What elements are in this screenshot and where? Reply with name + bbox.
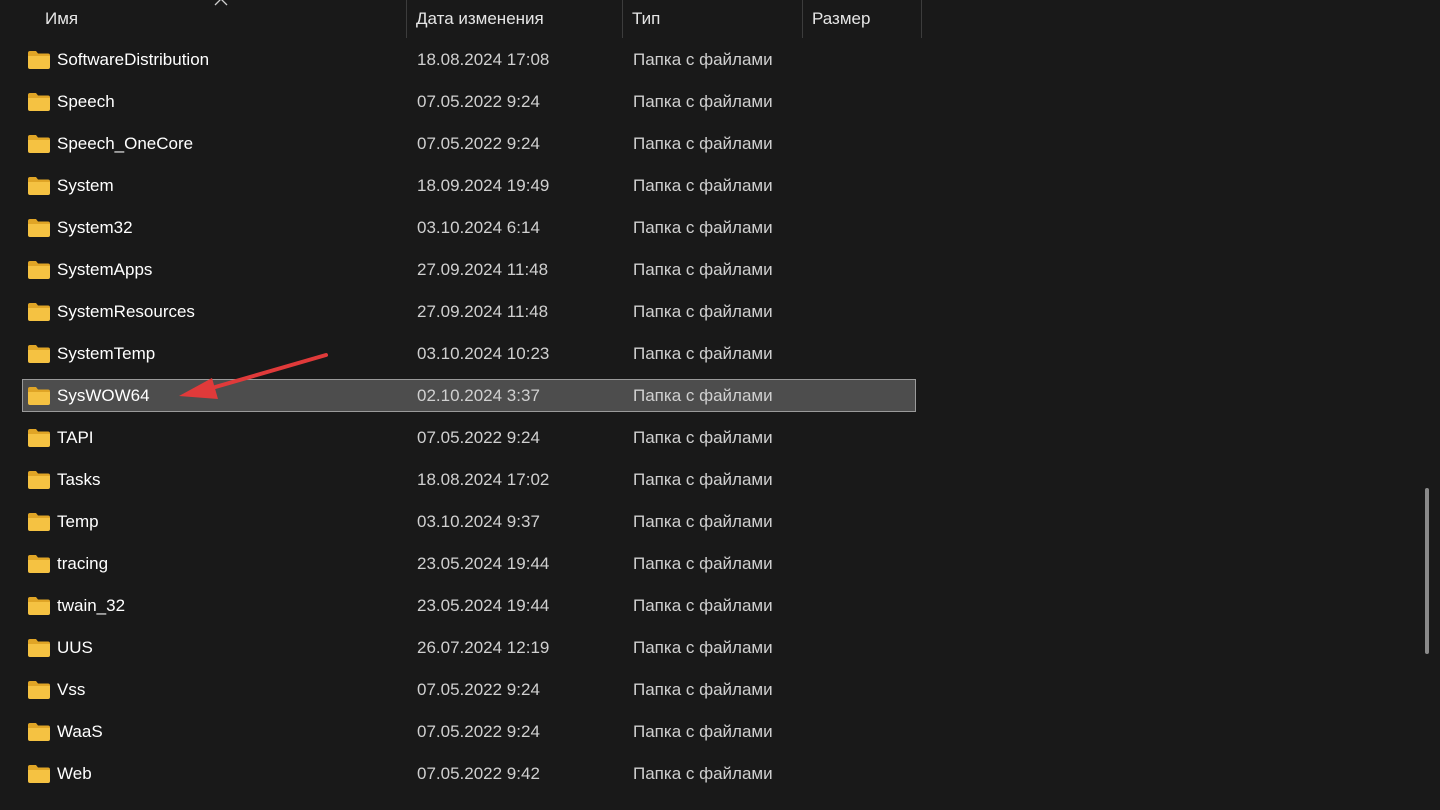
row-name: SoftwareDistribution (57, 50, 210, 69)
row-type: Папка с файлами (633, 92, 773, 111)
row-type: Папка с файлами (633, 386, 773, 405)
row-date: 07.05.2022 9:24 (417, 428, 540, 447)
folder-icon (28, 513, 50, 531)
row-date: 03.10.2024 9:37 (417, 512, 540, 531)
folder-icon (28, 177, 50, 195)
table-row[interactable]: Temp 03.10.2024 9:37 Папка с файлами (22, 505, 916, 538)
folder-icon (28, 765, 50, 783)
row-type: Папка с файлами (633, 554, 773, 573)
row-date: 23.05.2024 19:44 (417, 596, 550, 615)
row-name: SysWOW64 (57, 386, 150, 405)
row-type: Папка с файлами (633, 596, 773, 615)
folder-icon (28, 345, 50, 363)
table-row[interactable]: Speech 07.05.2022 9:24 Папка с файлами (22, 85, 916, 118)
table-row[interactable]: WaaS 07.05.2022 9:24 Папка с файлами (22, 715, 916, 748)
row-name: Web (57, 764, 92, 783)
row-type: Папка с файлами (633, 680, 773, 699)
row-name: Tasks (57, 470, 101, 489)
folder-icon (28, 51, 50, 69)
row-date: 23.05.2024 19:44 (417, 554, 550, 573)
row-name: System (57, 176, 114, 195)
column-divider[interactable] (921, 0, 922, 38)
table-row[interactable]: SystemResources 27.09.2024 11:48 Папка с ф… (22, 295, 916, 328)
row-type: Папка с файлами (633, 428, 773, 447)
folder-icon (28, 471, 50, 489)
row-name: Speech_OneCore (57, 134, 194, 153)
row-name: Speech (57, 92, 115, 111)
row-type: Папка с файлами (633, 638, 773, 657)
row-name: tracing (57, 554, 109, 573)
table-row[interactable]: SoftwareDistribution 18.08.2024 17:08 Папк… (22, 43, 916, 76)
row-type: Папка с файлами (633, 260, 773, 279)
folder-icon (28, 723, 50, 741)
folder-icon (28, 261, 50, 279)
table-row[interactable]: Web 07.05.2022 9:42 Папка с файлами (22, 757, 916, 790)
row-date: 07.05.2022 9:24 (417, 92, 540, 111)
row-name: SystemApps (57, 260, 153, 279)
folder-icon (28, 219, 50, 237)
folder-icon (28, 429, 50, 447)
folder-icon (28, 639, 50, 657)
row-type: Папка с файлами (633, 176, 773, 195)
row-type: Папка с файлами (633, 302, 773, 321)
row-name: SystemTemp (57, 344, 156, 363)
folder-icon (28, 597, 50, 615)
row-date: 07.05.2022 9:24 (417, 134, 540, 153)
folder-icon (28, 303, 50, 321)
row-type: Папка с файлами (633, 50, 773, 69)
row-type: Папка с файлами (633, 344, 773, 363)
column-header-size[interactable]: Размер (803, 0, 922, 38)
row-type: Папка с файлами (633, 134, 773, 153)
row-name: UUS (57, 638, 93, 657)
row-type: Папка с файлами (633, 218, 773, 237)
column-header-bar: Имя Дата изменения Тип Размер (0, 0, 922, 38)
row-date: 07.05.2022 9:24 (417, 722, 540, 741)
table-row[interactable]: Tasks 18.08.2024 17:02 Папка с файлами (22, 463, 916, 496)
row-date: 03.10.2024 6:14 (417, 218, 540, 237)
row-date: 03.10.2024 10:23 (417, 344, 550, 363)
table-row[interactable]: System32 03.10.2024 6:14 Папка с файлами (22, 211, 916, 244)
row-date: 07.05.2022 9:42 (417, 764, 540, 783)
row-name: TAPI (57, 428, 94, 447)
folder-icon (28, 681, 50, 699)
column-header-type[interactable]: Тип (623, 0, 802, 38)
row-date: 26.07.2024 12:19 (417, 638, 550, 657)
table-row[interactable]: SystemTemp 03.10.2024 10:23 Папка с файлам… (22, 337, 916, 370)
folder-icon (28, 555, 50, 573)
row-name: Temp (57, 512, 99, 531)
row-name: System32 (57, 218, 133, 237)
row-type: Папка с файлами (633, 722, 773, 741)
row-date: 18.09.2024 19:49 (417, 176, 550, 195)
folder-icon (28, 93, 50, 111)
file-explorer-list: Имя Дата изменения Тип Размер SoftwareDi… (0, 0, 1440, 810)
table-row[interactable]: System 18.09.2024 19:49 Папка с файлами (22, 169, 916, 202)
table-row[interactable]: twain_32 23.05.2024 19:44 Папка с файлами (22, 589, 916, 622)
row-date: 18.08.2024 17:02 (417, 470, 550, 489)
folder-icon (28, 135, 50, 153)
row-date: 27.09.2024 11:48 (417, 260, 549, 279)
column-header-name[interactable]: Имя (36, 0, 406, 38)
table-row[interactable]: UUS 26.07.2024 12:19 Папка с файлами (22, 631, 916, 664)
row-name: Vss (57, 680, 86, 699)
table-row[interactable]: Speech_OneCore 07.05.2022 9:24 Папка с фай… (22, 127, 916, 160)
row-type: Папка с файлами (633, 470, 773, 489)
table-row[interactable]: Vss 07.05.2022 9:24 Папка с файлами (22, 673, 916, 706)
table-row[interactable]: tracing 23.05.2024 19:44 Папка с файлами (22, 547, 916, 580)
row-name: WaaS (57, 722, 103, 741)
table-row-selected[interactable]: SysWOW64 02.10.2024 3:37 Папка с файлами (22, 379, 916, 412)
table-row[interactable]: SystemApps 27.09.2024 11:48 Папка с файлам… (22, 253, 916, 286)
row-type: Папка с файлами (633, 764, 773, 783)
row-date: 07.05.2022 9:24 (417, 680, 540, 699)
row-name: SystemResources (57, 302, 195, 321)
row-date: 27.09.2024 11:48 (417, 302, 549, 321)
row-name: twain_32 (57, 596, 126, 615)
row-date: 18.08.2024 17:08 (417, 50, 550, 69)
vertical-scrollbar-thumb[interactable] (1425, 488, 1429, 654)
folder-icon (28, 387, 50, 405)
row-type: Папка с файлами (633, 512, 773, 531)
column-header-date[interactable]: Дата изменения (407, 0, 622, 38)
row-date: 02.10.2024 3:37 (417, 386, 540, 405)
table-row[interactable]: TAPI 07.05.2022 9:24 Папка с файлами (22, 421, 916, 454)
